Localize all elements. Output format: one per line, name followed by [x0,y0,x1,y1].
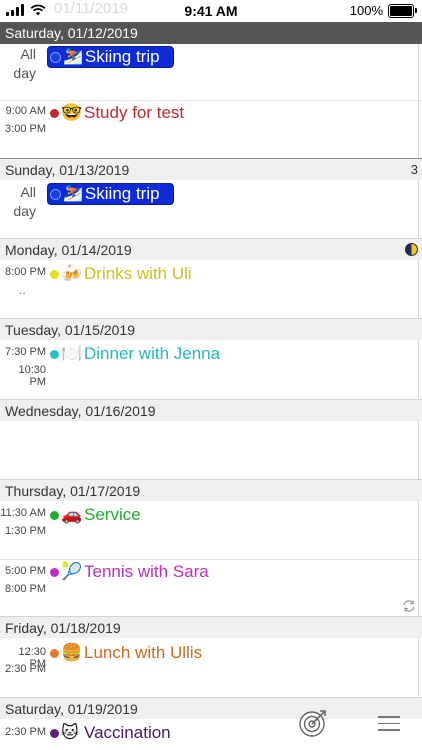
day-title: Friday, 01/18/2019 [5,620,121,636]
day-title: Tuesday, 01/15/2019 [5,322,135,338]
day-header[interactable]: Monday, 01/14/2019 [0,238,422,260]
timeline-divider [418,180,419,238]
repeat-icon [403,600,415,612]
day-header[interactable]: Sunday, 01/13/2019 3 [0,158,422,180]
tennis-ball-icon: 🎾 [61,562,83,581]
event-title: Drinks with Uli [84,264,192,283]
row-separator [0,100,422,101]
event-end-time: 10:30 PM [18,364,46,388]
event-title: Service [84,505,141,524]
event-color-dot [50,51,61,63]
event-start-time: 5:00 PM [5,565,46,577]
menu-icon[interactable] [378,716,400,732]
timeline-divider [418,44,419,158]
plate-cutlery-icon: 🍽️ [61,344,83,363]
event-color-dot [50,568,59,577]
timeline-divider [418,340,419,398]
week-number-badge: 3 [410,162,418,177]
status-bar: 01/11/2019 9:41 AM 100% [0,0,422,22]
event-title: Study for test [84,103,185,122]
day-header[interactable]: Friday, 01/18/2019 [0,616,422,638]
day-title: Sunday, 01/13/2019 [5,162,130,178]
event-color-dot [50,270,59,279]
event-color-dot [50,511,59,520]
event-allday-label: All day [13,184,36,219]
event-start-time: 7:30 PM [5,346,46,358]
timeline-divider [418,421,419,479]
event-title: Skiing trip [84,184,160,203]
event-color-dot [50,109,59,118]
event-start-time: 8:00 PM [5,266,46,278]
event-pill[interactable]: ⛷️ Skiing trip [47,183,174,205]
event-color-dot [50,188,61,200]
event-end-time: 3:00 PM [5,123,46,135]
event-pill[interactable]: ⛷️ Skiing trip [47,46,174,68]
timeline-divider [418,638,419,697]
day-title: Thursday, 01/17/2019 [5,483,141,499]
battery-percent: 100% [349,3,383,18]
day-title: Wednesday, 01/16/2019 [5,403,156,419]
battery-icon [388,3,417,18]
event-end-time: 2:30 PM [5,663,46,675]
event-end-time: 1:30 PM [5,525,46,537]
event-start-time: 11:30 AM [0,507,46,519]
event-end-time: 8:00 PM [5,583,46,595]
beer-mugs-icon: 🍻 [61,264,83,283]
day-header[interactable]: Saturday, 01/12/2019 [0,22,422,44]
day-header[interactable]: Tuesday, 01/15/2019 [0,318,422,340]
event-title: Lunch with Ullis [84,643,203,662]
day-header[interactable]: Wednesday, 01/16/2019 [0,399,422,421]
skier-icon: ⛷️ [63,48,83,65]
event-color-dot [50,350,59,359]
car-icon: 🚗 [61,505,83,524]
event-start-time: 9:00 AM [5,105,46,117]
skier-icon: ⛷️ [63,185,83,202]
moon-phase-icon [405,243,418,256]
day-title: Monday, 01/14/2019 [5,242,132,258]
event-title: Tennis with Sara [84,562,209,581]
event-color-dot [50,649,59,658]
battery-status: 100% [349,3,417,18]
event-title: Vaccination [84,723,171,742]
target-today-icon[interactable] [298,708,328,738]
hamburger-icon: 🍔 [61,643,83,662]
event-allday-label: All day [13,46,36,81]
timeline-divider [418,260,419,318]
event-title: Skiing trip [84,47,160,66]
day-header[interactable]: Saturday, 01/19/2019 [0,697,422,719]
event-start-time: 2:30 PM [5,726,46,738]
event-continues-indicator: .. [19,283,26,297]
event-color-dot [50,729,59,738]
row-separator [0,559,422,560]
day-title: Saturday, 01/12/2019 [5,25,138,41]
nerd-face-icon: 🤓 [61,103,83,122]
day-header[interactable]: Thursday, 01/17/2019 [0,479,422,501]
cat-face-icon: 🐱 [61,723,79,742]
day-title: Saturday, 01/19/2019 [5,701,138,717]
event-title: Dinner with Jenna [84,344,221,363]
